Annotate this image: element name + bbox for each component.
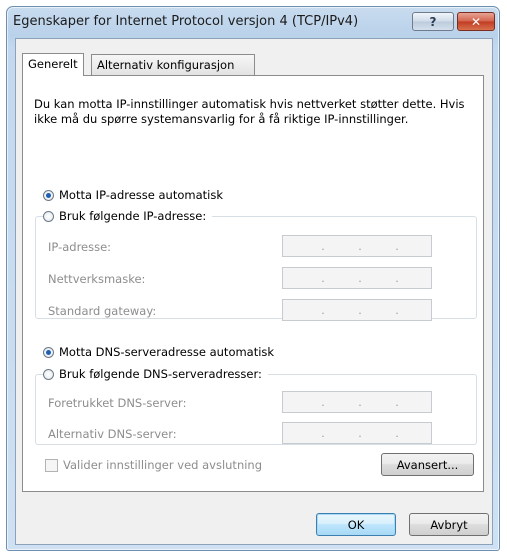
radio-ip-manual[interactable]: Bruk følgende IP-adresse: [43,209,213,223]
ip-address-label: IP-adresse: [48,240,112,254]
validate-on-exit-checkbox[interactable]: Valider innstillinger ved avslutning [45,458,262,472]
radio-ip-auto[interactable]: Motta IP-adresse automatisk [43,188,229,202]
radio-dns-manual[interactable]: Bruk følgende DNS-serveradresser: [43,367,268,381]
radio-dns-auto[interactable]: Motta DNS-serveradresse automatisk [43,345,281,359]
window-title: Egenskaper for Internet Protocol versjon… [13,14,359,29]
preferred-dns-input[interactable]: . . . [282,391,432,413]
alternate-dns-label: Alternativ DNS-server: [48,427,177,441]
dialog-window: Egenskaper for Internet Protocol versjon… [6,6,500,551]
radio-checked-icon [43,346,54,358]
tab-panel-general: Du kan motta IP-innstillinger automatisk… [22,75,484,492]
default-gateway-input[interactable]: . . . [282,299,432,321]
checkbox-unchecked-icon [45,458,58,472]
dialog-client: Generelt Alternativ konfigurasjon Du kan… [15,38,493,545]
subnet-mask-input[interactable]: . . . [282,267,432,289]
help-button[interactable]: ? [412,12,454,31]
close-icon: ✕ [470,14,482,29]
cancel-button[interactable]: Avbryt [409,513,489,536]
radio-checked-icon [43,189,54,201]
tab-alternative-configuration[interactable]: Alternativ konfigurasjon [91,54,255,75]
description-text: Du kan motta IP-innstillinger automatisk… [34,97,465,126]
radio-dns-auto-label: Motta DNS-serveradresse automatisk [59,345,275,359]
help-icon: ? [429,14,437,29]
tab-general[interactable]: Generelt [22,53,84,76]
close-button[interactable]: ✕ [457,12,495,31]
ok-button[interactable]: OK [316,513,396,536]
subnet-mask-label: Nettverksmaske: [48,272,146,286]
ip-address-input[interactable]: . . . [282,235,432,257]
validate-on-exit-label: Valider innstillinger ved avslutning [63,458,263,472]
title-bar: Egenskaper for Internet Protocol versjon… [7,7,499,37]
radio-ip-manual-label: Bruk følgende IP-adresse: [59,209,207,223]
radio-unchecked-icon [43,210,54,222]
radio-unchecked-icon [43,368,54,380]
alternate-dns-input[interactable]: . . . [282,422,432,444]
advanced-button[interactable]: Avansert... [381,453,474,476]
preferred-dns-label: Foretrukket DNS-server: [48,396,187,410]
default-gateway-label: Standard gateway: [48,304,157,318]
radio-ip-auto-label: Motta IP-adresse automatisk [59,188,223,202]
radio-dns-manual-label: Bruk følgende DNS-serveradresser: [59,367,262,381]
